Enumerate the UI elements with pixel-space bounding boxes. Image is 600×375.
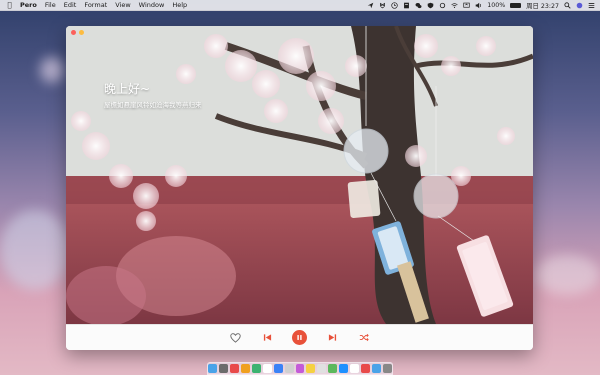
- menu-edit[interactable]: Edit: [60, 1, 81, 9]
- menu-app-name[interactable]: Pero: [16, 1, 41, 9]
- wechat-icon[interactable]: [415, 2, 422, 9]
- next-icon[interactable]: [325, 331, 339, 345]
- dock-app-icon[interactable]: [240, 364, 250, 373]
- status-area: 100% 周日 23:27: [367, 1, 595, 10]
- desktop-tree-left: [0, 210, 70, 290]
- menu-window[interactable]: Window: [135, 1, 169, 9]
- notes-icon[interactable]: [403, 2, 410, 9]
- previous-icon[interactable]: [260, 331, 274, 345]
- pause-icon: [297, 335, 302, 340]
- player-controls: [66, 324, 533, 350]
- dock-app-icon[interactable]: [229, 364, 239, 373]
- menu-clock[interactable]: 周日 23:27: [526, 1, 559, 10]
- dock-app-icon[interactable]: [328, 364, 338, 373]
- dock-app-icon[interactable]: [317, 364, 327, 373]
- window-controls: [71, 30, 84, 35]
- close-window-button[interactable]: [71, 30, 76, 35]
- wifi-icon[interactable]: [451, 2, 458, 9]
- heart-icon[interactable]: [228, 331, 242, 345]
- greeting-text: 晚上好~: [104, 82, 151, 96]
- menu-help[interactable]: Help: [168, 1, 191, 9]
- dock-app-icon[interactable]: [350, 364, 360, 373]
- shield-icon[interactable]: [427, 2, 434, 9]
- dock-app-icon[interactable]: [361, 364, 371, 373]
- dock-app-icon[interactable]: [262, 364, 272, 373]
- siri-icon[interactable]: [576, 2, 583, 9]
- pero-window: 晚上好~ 屋檐如悬崖风铃如沧海我等燕归来: [66, 26, 533, 350]
- dock-app-icon[interactable]: [273, 364, 283, 373]
- dock-app-icon[interactable]: [208, 364, 217, 373]
- sync-icon[interactable]: [439, 2, 446, 9]
- volume-icon[interactable]: [475, 2, 482, 9]
- dock-app-icon[interactable]: [251, 364, 261, 373]
- spotlight-search-icon[interactable]: [564, 1, 571, 9]
- battery-percent: 100%: [487, 1, 506, 9]
- subtitle-text: 屋檐如悬崖风铃如沧海我等燕归来: [104, 101, 202, 109]
- background-photo: [66, 26, 533, 324]
- dock-app-icon[interactable]: [218, 364, 228, 373]
- minimize-window-button[interactable]: [79, 30, 84, 35]
- dock-app-icon[interactable]: [284, 364, 294, 373]
- dock-app-icon[interactable]: [383, 364, 392, 373]
- menu-bar:  Pero File Edit Format View Window Help: [0, 0, 600, 11]
- notification-center-icon[interactable]: [588, 2, 595, 9]
- dock: [207, 362, 393, 375]
- pause-button[interactable]: [292, 330, 307, 345]
- clock-app-icon[interactable]: [391, 1, 398, 9]
- shuffle-icon[interactable]: [357, 331, 371, 345]
- cherry-blossom-windchime-image: [66, 26, 533, 324]
- dropbox-icon[interactable]: [379, 2, 386, 9]
- battery-icon[interactable]: [510, 2, 522, 8]
- dock-app-icon[interactable]: [295, 364, 305, 373]
- screen-icon[interactable]: [463, 2, 470, 9]
- menu-view[interactable]: View: [111, 1, 134, 9]
- dock-app-icon[interactable]: [339, 364, 349, 373]
- menu-file[interactable]: File: [41, 1, 60, 9]
- dock-app-icon[interactable]: [306, 364, 316, 373]
- desktop-tree-right: [535, 255, 600, 295]
- apple-menu-icon[interactable]: : [5, 1, 14, 9]
- menu-format[interactable]: Format: [80, 1, 111, 9]
- location-icon[interactable]: [367, 2, 374, 9]
- dock-app-icon[interactable]: [372, 364, 382, 373]
- desktop-moon: [40, 57, 64, 83]
